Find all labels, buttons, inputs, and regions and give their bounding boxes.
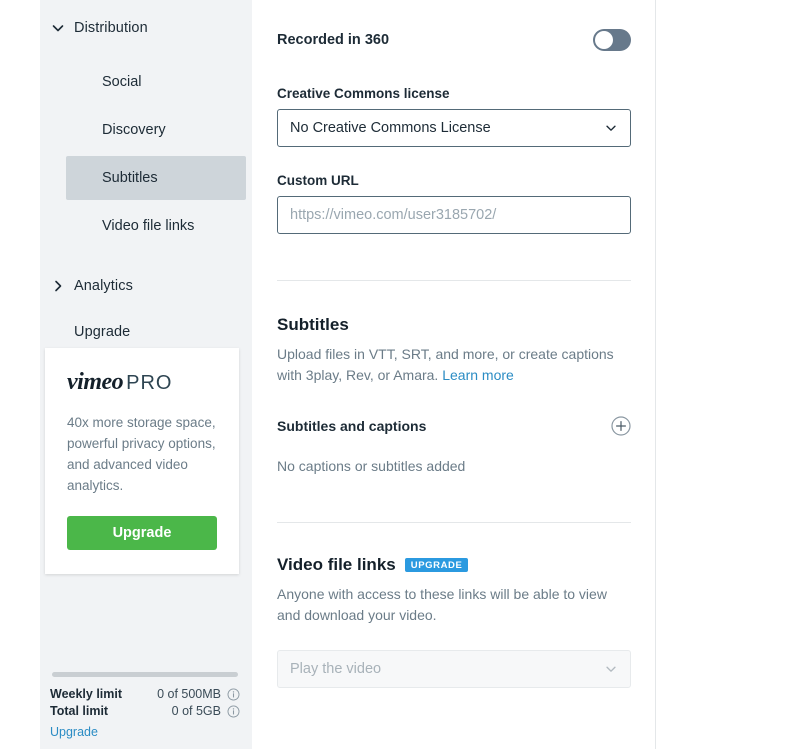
custom-url-placeholder: https://vimeo.com/user3185702/ bbox=[290, 207, 497, 223]
sidebar-item-label: Upgrade bbox=[74, 324, 131, 340]
plus-circle-icon[interactable] bbox=[611, 416, 631, 436]
limit-value: 0 of 5GB bbox=[171, 704, 221, 718]
sidebar-item-label: Discovery bbox=[102, 122, 166, 138]
no-captions-message: No captions or subtitles added bbox=[277, 458, 466, 474]
sidebar-footer: Weekly limit 0 of 500MB Total limit 0 of… bbox=[40, 672, 252, 749]
limit-value: 0 of 500MB bbox=[157, 687, 221, 701]
sidebar-item-discovery[interactable]: Discovery bbox=[66, 108, 246, 152]
section-divider bbox=[277, 522, 631, 523]
chevron-right-icon bbox=[50, 278, 66, 294]
sidebar-group-analytics[interactable]: Analytics bbox=[40, 270, 252, 302]
video-file-links-heading: Video file links bbox=[277, 555, 396, 574]
promo-description: 40x more storage space, powerful privacy… bbox=[67, 415, 216, 493]
main-panel: Recorded in 360 Creative Commons license… bbox=[277, 0, 631, 688]
custom-url-label: Custom URL bbox=[277, 173, 359, 188]
footer-upgrade-link[interactable]: Upgrade bbox=[50, 725, 98, 739]
limit-label: Weekly limit bbox=[50, 687, 123, 701]
sidebar-item-upgrade[interactable]: Upgrade bbox=[40, 316, 252, 348]
learn-more-link[interactable]: Learn more bbox=[442, 367, 514, 383]
settings-page: Distribution Social Discovery Subtitles … bbox=[0, 0, 800, 749]
promo-upgrade-button[interactable]: Upgrade bbox=[67, 516, 217, 550]
sidebar: Distribution Social Discovery Subtitles … bbox=[40, 0, 252, 749]
weekly-limit-row: Weekly limit 0 of 500MB bbox=[50, 687, 240, 701]
video-file-links-title: Video file links UPGRADE bbox=[277, 555, 631, 575]
total-limit-row: Total limit 0 of 5GB bbox=[50, 704, 240, 718]
chevron-down-icon bbox=[604, 662, 618, 676]
sidebar-item-label: Subtitles bbox=[102, 170, 158, 186]
sidebar-item-subtitles[interactable]: Subtitles bbox=[66, 156, 246, 200]
sidebar-item-label: Video file links bbox=[102, 218, 195, 234]
video-file-links-value: Play the video bbox=[290, 661, 382, 677]
subtitles-title: Subtitles bbox=[277, 315, 349, 334]
recorded-360-row: Recorded in 360 bbox=[277, 20, 631, 60]
video-file-links-select[interactable]: Play the video bbox=[277, 650, 631, 688]
custom-url-field: Custom URL https://vimeo.com/user3185702… bbox=[277, 173, 631, 234]
recorded-360-label: Recorded in 360 bbox=[277, 32, 390, 48]
panel-divider bbox=[655, 0, 656, 749]
vimeo-pro-logo: vimeo PRO bbox=[67, 370, 217, 394]
storage-progress-bar bbox=[52, 672, 238, 677]
vimeo-wordmark: vimeo bbox=[67, 369, 124, 395]
info-icon[interactable] bbox=[227, 705, 240, 718]
cc-license-field: Creative Commons license No Creative Com… bbox=[277, 86, 631, 147]
subtitles-captions-row: Subtitles and captions bbox=[277, 416, 631, 436]
chevron-down-icon bbox=[604, 121, 618, 135]
vimeo-pro-promo-card: vimeo PRO 40x more storage space, powerfu… bbox=[45, 348, 239, 574]
chevron-down-icon bbox=[50, 20, 66, 36]
subtitles-captions-label: Subtitles and captions bbox=[277, 418, 427, 434]
sidebar-item-social[interactable]: Social bbox=[66, 60, 246, 104]
sidebar-nav: Distribution Social Discovery Subtitles … bbox=[40, 0, 252, 348]
info-icon[interactable] bbox=[227, 688, 240, 701]
sidebar-item-label: Social bbox=[102, 74, 142, 90]
subtitles-description: Upload files in VTT, SRT, and more, or c… bbox=[277, 344, 631, 386]
video-file-links-section: Video file links UPGRADE Anyone with acc… bbox=[277, 555, 631, 688]
section-divider bbox=[277, 280, 631, 281]
toggle-knob bbox=[595, 31, 613, 49]
sidebar-subitems-distribution: Social Discovery Subtitles Video file li… bbox=[40, 60, 252, 248]
cc-license-select[interactable]: No Creative Commons License bbox=[277, 109, 631, 147]
sidebar-item-video-file-links[interactable]: Video file links bbox=[66, 204, 246, 248]
upgrade-badge[interactable]: UPGRADE bbox=[404, 557, 469, 573]
cc-license-value: No Creative Commons License bbox=[290, 120, 491, 136]
sidebar-group-label: Analytics bbox=[74, 278, 133, 294]
sidebar-group-label: Distribution bbox=[74, 20, 148, 36]
cc-license-label: Creative Commons license bbox=[277, 86, 450, 101]
pro-wordmark: PRO bbox=[126, 372, 173, 394]
sidebar-group-distribution[interactable]: Distribution bbox=[40, 12, 252, 44]
custom-url-input[interactable]: https://vimeo.com/user3185702/ bbox=[277, 196, 631, 234]
video-file-links-description: Anyone with access to these links will b… bbox=[277, 586, 607, 623]
subtitles-section: Subtitles Upload files in VTT, SRT, and … bbox=[277, 315, 631, 474]
limit-label: Total limit bbox=[50, 704, 109, 718]
recorded-360-toggle[interactable] bbox=[593, 29, 631, 51]
